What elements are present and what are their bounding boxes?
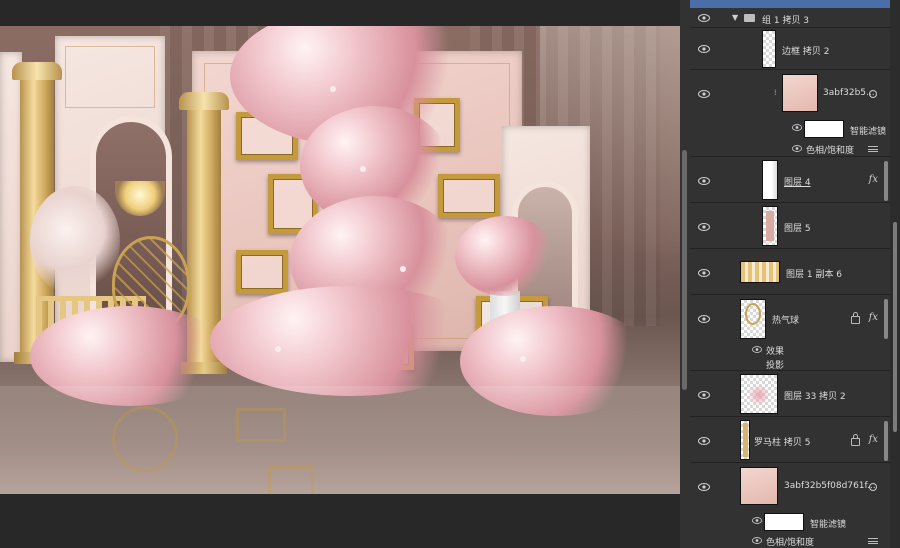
layer-thumbnail xyxy=(762,206,778,246)
smart-filter-row[interactable]: 智能滤镜 xyxy=(690,116,890,140)
adjustment-row[interactable]: 色相/饱和度 xyxy=(690,533,890,548)
eye-icon[interactable] xyxy=(752,346,764,354)
layer-name: 图层 1 副本 6 xyxy=(786,270,843,280)
layer-name: 图层 5 xyxy=(784,224,811,234)
gold-frame xyxy=(236,250,288,294)
layer-thumbnail xyxy=(740,467,778,505)
layer-row-roman-column-copy-5[interactable]: 罗马柱 拷贝 5 fx xyxy=(690,417,890,463)
layer-row-layer-1-copy-6[interactable]: 图层 1 副本 6 xyxy=(690,249,890,295)
fx-badge[interactable]: fx xyxy=(869,434,878,445)
eye-icon[interactable] xyxy=(792,124,804,132)
layer-row-smart-object-2[interactable]: 3abf32b5f08d761f... xyxy=(690,463,890,509)
floor-reflection xyxy=(0,386,680,494)
document-canvas[interactable] xyxy=(0,0,680,548)
layer-name: 热气球 xyxy=(772,316,800,326)
panel-molding xyxy=(65,46,155,108)
eye-icon[interactable] xyxy=(698,177,710,185)
layer-name: 图层 4 xyxy=(784,178,811,188)
eye-icon[interactable] xyxy=(698,45,710,53)
layer-thumbnail xyxy=(762,30,776,68)
layer-name: 边框 拷贝 2 xyxy=(782,47,830,57)
lock-icon xyxy=(851,434,860,446)
eye-icon[interactable] xyxy=(698,315,710,323)
canvas-vertical-scrollbar[interactable] xyxy=(680,0,690,548)
layer-thumbnail xyxy=(782,74,818,112)
layer-row-border-copy-2[interactable]: 边框 拷贝 2 xyxy=(690,28,890,70)
eye-icon[interactable] xyxy=(698,483,710,491)
layers-scroll-thumb[interactable] xyxy=(893,222,897,432)
fx-badge[interactable]: fx xyxy=(869,174,878,185)
flower-mound xyxy=(210,286,490,396)
smart-object-icon xyxy=(869,90,877,98)
flower-vase-arrangement xyxy=(455,216,555,296)
chevron-down-icon[interactable]: ▼ xyxy=(732,13,738,22)
layer-row-layer-4[interactable]: 图层 4 fx xyxy=(690,157,890,203)
hue-saturation-label: 色相/饱和度 xyxy=(806,146,855,156)
layer-thumbnail xyxy=(740,299,766,339)
eye-icon[interactable] xyxy=(752,537,764,545)
layer-name: 图层 33 拷贝 2 xyxy=(784,392,846,402)
hue-saturation-label: 色相/饱和度 xyxy=(766,538,815,548)
smart-filter-row[interactable]: 智能滤镜 xyxy=(690,509,890,533)
layer-name: 3abf32b5... xyxy=(823,88,875,98)
fx-scroll-indicator xyxy=(884,299,888,339)
left-wall-panel xyxy=(0,52,22,362)
eye-icon[interactable] xyxy=(752,517,764,525)
fx-scroll-indicator xyxy=(884,161,888,201)
filter-mask-thumbnail xyxy=(764,513,804,531)
layer-thumbnail xyxy=(740,261,780,283)
wedding-stage-artwork[interactable] xyxy=(0,26,680,494)
effects-row[interactable]: 效果 xyxy=(690,343,890,357)
eye-icon[interactable] xyxy=(698,269,710,277)
eye-icon[interactable] xyxy=(698,90,710,98)
layer-thumbnail xyxy=(740,374,778,414)
drop-shadow-label: 投影 xyxy=(766,361,785,371)
eye-icon[interactable] xyxy=(698,437,710,445)
filter-options-icon[interactable] xyxy=(868,538,878,544)
filter-options-icon[interactable] xyxy=(868,146,878,152)
selected-layer-strip[interactable] xyxy=(690,0,890,8)
layers-vertical-scrollbar[interactable] xyxy=(890,0,900,548)
layer-thumbnail xyxy=(740,420,750,460)
eye-icon[interactable] xyxy=(698,391,710,399)
eye-icon[interactable] xyxy=(698,223,710,231)
layers-panel: ▼ 组 1 拷贝 3 边框 拷贝 2 ⁞ 3abf32b5... 智能滤镜 色相… xyxy=(690,0,900,548)
layer-row-layer-33-copy-2[interactable]: 图层 33 拷贝 2 xyxy=(690,371,890,417)
canvas-scroll-thumb[interactable] xyxy=(682,150,687,390)
drop-shadow-row[interactable]: 投影 xyxy=(690,357,890,371)
layer-row-layer-5[interactable]: 图层 5 xyxy=(690,203,890,249)
layer-row-hot-air-balloon[interactable]: 热气球 fx xyxy=(690,295,890,343)
filter-mask-thumbnail xyxy=(804,120,844,138)
layer-name: 罗马柱 拷贝 5 xyxy=(754,438,811,448)
layer-group-row[interactable]: ▼ 组 1 拷贝 3 xyxy=(690,8,890,28)
paper-flowers xyxy=(30,186,120,296)
eye-icon[interactable] xyxy=(792,145,804,153)
effects-label: 效果 xyxy=(766,347,785,357)
folder-icon xyxy=(744,14,755,22)
adjustment-row[interactable]: 色相/饱和度 xyxy=(690,140,890,157)
layer-thumbnail xyxy=(762,160,778,200)
fx-scroll-indicator xyxy=(884,421,888,461)
group-name: 组 1 拷贝 3 xyxy=(762,16,810,26)
layer-row-smart-object-1[interactable]: ⁞ 3abf32b5... xyxy=(690,70,890,116)
smart-filter-label: 智能滤镜 xyxy=(810,520,847,530)
smart-filter-label: 智能滤镜 xyxy=(850,127,887,137)
fx-badge[interactable]: fx xyxy=(869,312,878,323)
layer-name: 3abf32b5f08d761f... xyxy=(784,481,876,491)
lock-icon xyxy=(851,312,860,324)
smart-object-icon xyxy=(869,483,877,491)
eye-icon[interactable] xyxy=(698,14,710,22)
clip-link-icon: ⁞ xyxy=(774,88,777,97)
